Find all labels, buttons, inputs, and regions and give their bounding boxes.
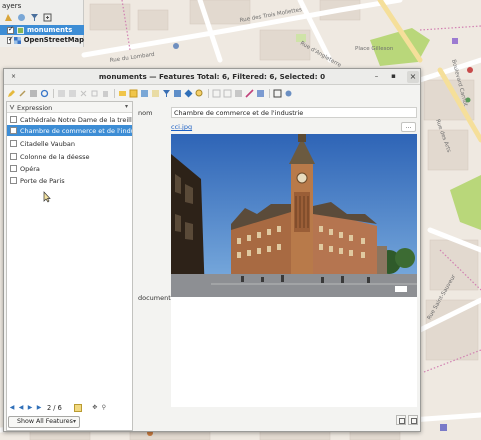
pan-to-selected-icon[interactable] <box>184 89 193 98</box>
page-count: 2 / 6 <box>47 404 62 412</box>
feature-form: nom Chambre de commerce et de l'industri… <box>135 101 420 429</box>
layers-toolbar <box>4 12 52 23</box>
feature-checkbox[interactable] <box>10 153 17 160</box>
list-item[interactable]: Opéra <box>7 163 132 174</box>
delete-feature-icon[interactable] <box>68 89 77 98</box>
chevron-down-icon: ▾ <box>72 418 76 425</box>
feature-label: Opéra <box>20 164 40 173</box>
multi-edit-icon[interactable] <box>18 89 27 98</box>
dock-table-icon[interactable] <box>273 89 282 98</box>
nom-field[interactable]: Chambre de commerce et de l'industrie <box>171 107 417 118</box>
select-by-expression-icon[interactable] <box>118 89 127 98</box>
filter-legend-icon[interactable] <box>30 13 39 22</box>
delete-field-icon[interactable] <box>223 89 232 98</box>
copy-icon[interactable] <box>90 89 99 98</box>
add-feature-icon[interactable] <box>57 89 66 98</box>
feature-list[interactable]: Expression ▾ Cathédrale Notre Dame de la… <box>6 101 133 431</box>
list-item[interactable]: Citadelle Vauban <box>7 138 132 149</box>
layer-label: OpenStreetMap <box>23 36 84 44</box>
field-calculator-icon[interactable] <box>234 89 243 98</box>
feature-checkbox[interactable] <box>10 165 17 172</box>
list-item[interactable]: Colonne de la déesse <box>7 151 132 162</box>
feature-checkbox[interactable] <box>10 140 17 147</box>
expression-icon <box>9 104 15 112</box>
conditional-formatting-icon[interactable] <box>245 88 254 98</box>
feature-label: Cathédrale Notre Dame de la treille <box>20 115 132 124</box>
deselect-icon[interactable] <box>151 89 160 98</box>
point-layer-icon <box>17 26 24 34</box>
attribute-toolbar <box>4 86 420 100</box>
document-viewer-background <box>171 297 417 407</box>
minimize-button[interactable]: – <box>371 71 382 82</box>
window-titlebar[interactable]: × monuments — Features Total: 6, Filtere… <box>4 69 420 85</box>
expand-all-icon[interactable] <box>43 13 52 22</box>
actions-icon[interactable] <box>256 89 265 98</box>
highlight-feature-icon[interactable] <box>73 404 82 412</box>
form-view-button[interactable] <box>408 415 418 425</box>
list-item[interactable]: Cathédrale Notre Dame de la treille <box>7 114 132 125</box>
map-label: Place Gilleson <box>355 46 394 52</box>
view-mode-switch <box>396 415 418 425</box>
close-button[interactable]: × <box>407 71 419 83</box>
open-layer-styling-icon[interactable] <box>4 13 13 22</box>
layer-visibility-checkbox[interactable] <box>7 25 14 34</box>
invert-selection-icon[interactable] <box>140 89 149 98</box>
layer-item-monuments[interactable]: monuments <box>0 25 84 35</box>
attribute-table-window: × monuments — Features Total: 6, Filtere… <box>3 68 421 432</box>
document-photo <box>171 134 417 297</box>
list-item[interactable]: Chambre de commerce et de l'industrie <box>7 125 132 136</box>
toolbar-separator <box>114 88 115 98</box>
select-all-icon[interactable] <box>129 89 138 98</box>
toolbar-separator <box>208 88 209 98</box>
toolbar-separator <box>269 88 270 98</box>
feature-checkbox[interactable] <box>10 116 17 123</box>
nom-label: nom <box>138 109 153 117</box>
feature-label: Chambre de commerce et de l'industrie <box>20 126 132 135</box>
layer-visibility-checkbox[interactable] <box>7 35 13 44</box>
feature-label: Citadelle Vauban <box>20 139 75 148</box>
zoom-to-selected-icon[interactable] <box>195 89 204 98</box>
chevron-down-icon[interactable]: ▾ <box>125 103 128 110</box>
feature-label: Porte de Paris <box>20 176 65 185</box>
new-field-icon[interactable] <box>212 89 221 98</box>
reload-icon[interactable] <box>40 89 49 98</box>
previous-feature-button[interactable]: ◀ <box>17 404 25 412</box>
list-item[interactable]: Porte de Paris <box>7 175 132 186</box>
show-all-features-dropdown[interactable]: Show All Features ▾ <box>8 416 80 428</box>
layers-panel-title: ayers <box>2 2 22 10</box>
feature-navigation: ◀ ◀ ▶ ▶ 2 / 6 ✥ ⚲ <box>6 401 133 415</box>
paste-icon[interactable] <box>101 89 110 98</box>
browse-document-button[interactable]: ... <box>401 122 416 132</box>
settings-icon[interactable] <box>284 89 293 98</box>
zoom-map-icon[interactable]: ⚲ <box>100 404 108 412</box>
cursor-icon <box>43 191 51 205</box>
expression-label: Expression <box>17 104 53 112</box>
cut-icon[interactable] <box>79 89 88 98</box>
table-view-button[interactable] <box>396 415 406 425</box>
toggle-editing-icon[interactable] <box>7 89 16 98</box>
last-feature-button[interactable]: ▶ <box>35 404 43 412</box>
pan-map-icon[interactable]: ✥ <box>91 404 99 412</box>
move-selection-to-top-icon[interactable] <box>173 89 182 98</box>
layer-item-openstreetmap[interactable]: OpenStreetMap <box>0 35 84 45</box>
next-feature-button[interactable]: ▶ <box>26 404 34 412</box>
feature-label: Colonne de la déesse <box>20 152 90 161</box>
document-label: document <box>138 294 171 302</box>
document-link[interactable]: cci.jpg <box>171 123 192 131</box>
expression-header[interactable]: Expression ▾ <box>7 102 132 113</box>
feature-checkbox[interactable] <box>10 177 17 184</box>
maximize-button[interactable]: ▪ <box>388 71 399 82</box>
layers-panel: ayers monuments OpenStreetMap <box>0 0 84 47</box>
filter-icon[interactable] <box>162 89 171 98</box>
feature-checkbox[interactable] <box>10 127 17 134</box>
first-feature-button[interactable]: ◀ <box>8 404 16 412</box>
save-edits-icon[interactable] <box>29 89 38 98</box>
toolbar-separator <box>53 88 54 98</box>
raster-layer-icon <box>13 36 21 44</box>
layer-label: monuments <box>27 26 73 34</box>
add-group-icon[interactable] <box>17 13 26 22</box>
show-all-label: Show All Features <box>17 418 73 425</box>
window-title: monuments — Features Total: 6, Filtered:… <box>98 72 326 81</box>
